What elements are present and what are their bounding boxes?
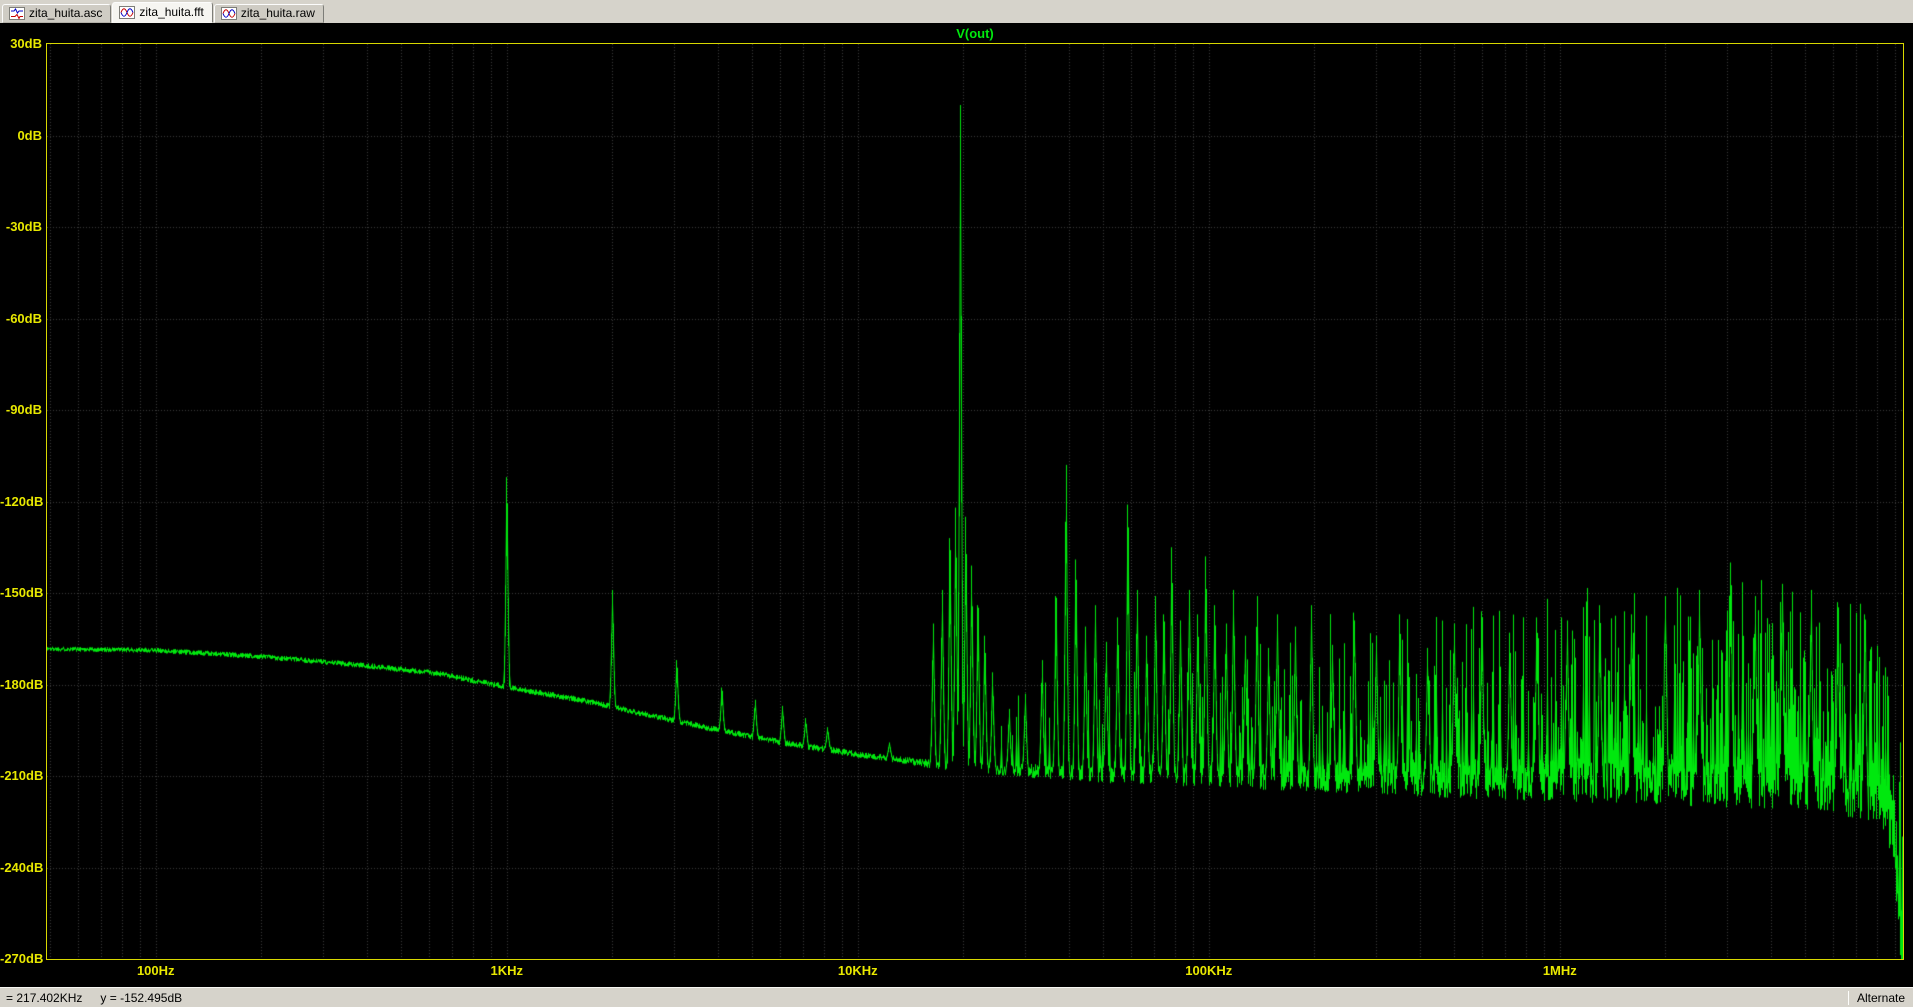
y-axis-tick-label[interactable]: -30dB [0,219,42,235]
schematic-icon [9,6,25,20]
fft-plot-icon [119,5,136,19]
y-axis-tick-label[interactable]: 0dB [0,128,42,144]
cursor-x-readout: = 217.402KHz [6,990,83,1005]
x-axis-tick-label[interactable]: 1KHz [472,963,542,978]
y-axis-tick-label[interactable]: -90dB [0,402,42,418]
y-axis-tick-label[interactable]: -180dB [0,677,43,693]
y-axis-tick-label[interactable]: -270dB [0,951,43,967]
tab-zita-huita-asc[interactable]: zita_huita.asc [2,4,112,23]
tab-label: zita_huita.raw [240,6,315,20]
y-axis-tick-label[interactable]: 30dB [0,36,42,52]
tab-label: zita_huita.fft [139,5,204,19]
plot-mode-label: Alternate [1856,990,1905,1005]
y-axis-tick-label[interactable]: -150dB [0,585,43,601]
document-tabbar: zita_huita.asc zita_huita.fft zita_huita… [0,0,1913,23]
cursor-readout: = 217.402KHz y = -152.495dB [6,991,182,1005]
y-axis-tick-label[interactable]: -120dB [0,494,43,510]
x-axis-tick-label[interactable]: 100Hz [121,963,191,978]
cursor-y-readout: y = -152.495dB [100,990,183,1005]
x-axis-tick-label[interactable]: 1MHz [1525,963,1595,978]
y-axis-tick-label[interactable]: -60dB [0,311,42,327]
x-axis-tick-label[interactable]: 100KHz [1174,963,1244,978]
y-axis-tick-label[interactable]: -210dB [0,768,43,784]
tab-zita-huita-fft[interactable]: zita_huita.fft [112,2,213,23]
waveform-icon [220,6,237,20]
plot-area[interactable] [46,43,1904,960]
status-bar: = 217.402KHz y = -152.495dB Alternate [0,987,1913,1007]
y-axis-tick-label[interactable]: -240dB [0,860,43,876]
waveform-pane[interactable]: V(out) 30dB 0dB -30dB -60dB -90dB -120dB -150d… [0,23,1913,987]
x-axis-tick-label[interactable]: 10KHz [823,963,893,978]
tab-zita-huita-raw[interactable]: zita_huita.raw [213,4,324,23]
status-bar-divider [1847,990,1849,1005]
tab-label: zita_huita.asc [29,6,103,20]
trace-name-label[interactable]: V(out) [46,26,1904,41]
fft-trace-canvas[interactable] [47,44,1903,959]
